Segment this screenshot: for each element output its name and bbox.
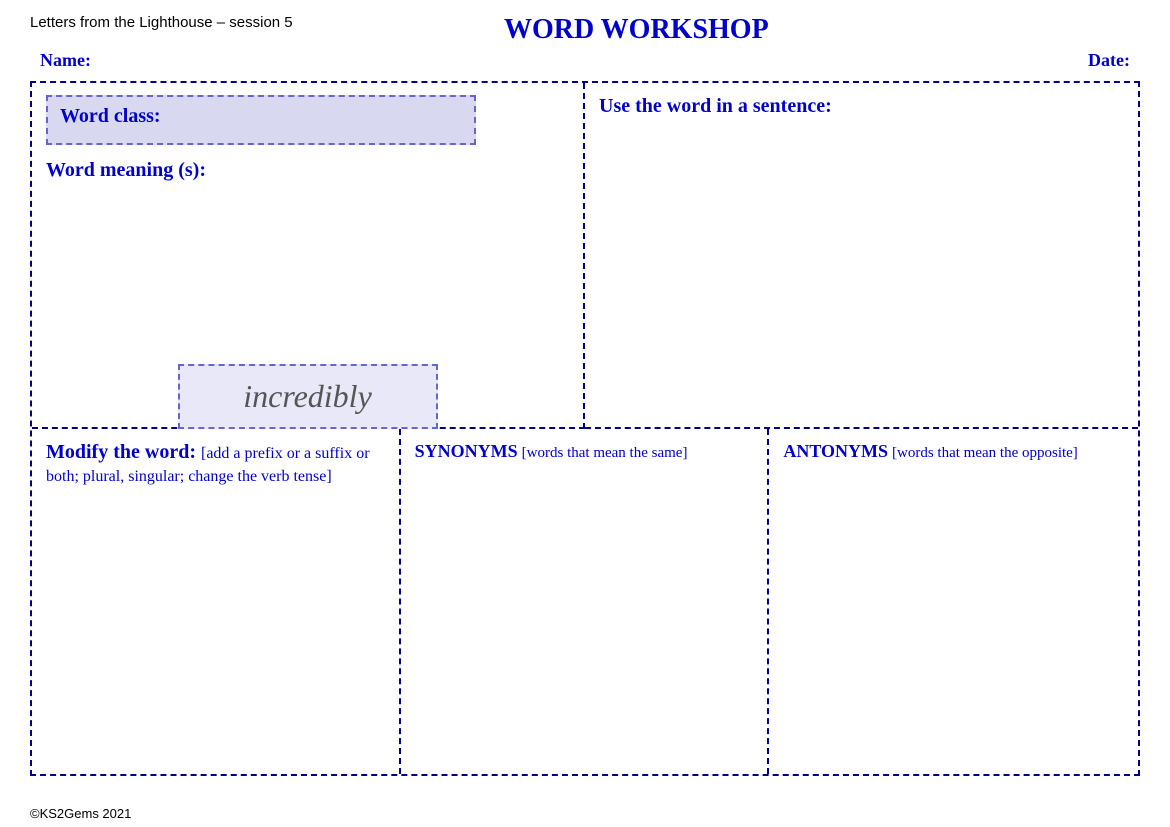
- synonyms-label: SYNONYMS: [415, 441, 518, 461]
- copyright: ©KS2Gems 2021: [30, 806, 131, 821]
- name-label: Name:: [40, 50, 91, 71]
- cell-bottom-right: ANTONYMS [words that mean the opposite]: [769, 429, 1138, 775]
- synonyms-header: SYNONYMS [words that mean the same]: [415, 441, 754, 462]
- use-sentence-label: Use the word in a sentence:: [599, 95, 1124, 118]
- top-bar: Letters from the Lighthouse – session 5 …: [30, 14, 1140, 46]
- word-meaning-label: Word meaning (s):: [46, 159, 569, 182]
- cell-top-right: Use the word in a sentence:: [585, 83, 1138, 429]
- main-title: WORD WORKSHOP: [293, 14, 980, 46]
- page: Letters from the Lighthouse – session 5 …: [0, 0, 1170, 827]
- word-class-box: Word class:: [46, 95, 476, 145]
- antonyms-detail-text: [words that mean the opposite]: [892, 445, 1078, 461]
- antonyms-header: ANTONYMS [words that mean the opposite]: [783, 441, 1124, 462]
- cell-bottom-mid: SYNONYMS [words that mean the same]: [401, 429, 770, 775]
- synonyms-detail-text: [words that mean the same]: [522, 445, 688, 461]
- cell-bottom-left: Modify the word: [add a prefix or a suff…: [32, 429, 401, 775]
- center-word: incredibly: [243, 378, 372, 414]
- word-class-label: Word class:: [60, 105, 161, 127]
- modify-label: Modify the word: [add a prefix or a suff…: [46, 441, 385, 487]
- modify-bold: Modify the word:: [46, 441, 196, 463]
- bottom-row: Modify the word: [add a prefix or a suff…: [32, 429, 1138, 775]
- cell-top-left: Word class: Word meaning (s): incredibly: [32, 83, 585, 429]
- worksheet: Word class: Word meaning (s): incredibly…: [30, 81, 1140, 776]
- session-label: Letters from the Lighthouse – session 5: [30, 14, 293, 31]
- name-date-row: Name: Date:: [30, 50, 1140, 71]
- date-label: Date:: [1088, 50, 1130, 71]
- center-word-box: incredibly: [178, 364, 438, 429]
- antonyms-label: ANTONYMS: [783, 441, 888, 461]
